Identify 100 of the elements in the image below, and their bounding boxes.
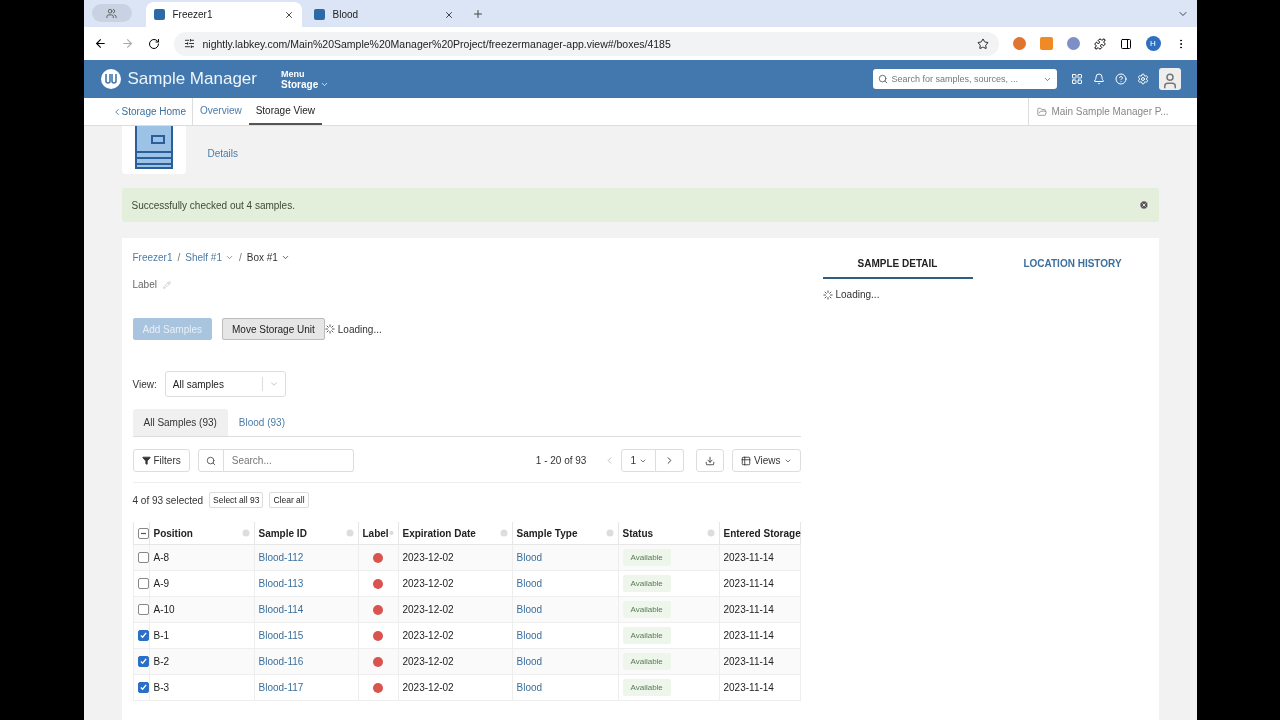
loading-text: Loading... bbox=[337, 323, 382, 335]
table-cell: A-9 bbox=[149, 570, 254, 597]
sample-type-link[interactable]: Blood bbox=[516, 552, 543, 563]
checkbox[interactable] bbox=[137, 630, 149, 641]
sample-type-tab[interactable]: Blood (93) bbox=[227, 409, 296, 436]
search-field[interactable]: Search... bbox=[223, 449, 354, 472]
table-cell: 2023-11-14 bbox=[719, 622, 800, 649]
checkbox[interactable] bbox=[137, 604, 149, 615]
tab-group-button[interactable] bbox=[91, 4, 132, 22]
column-header[interactable]: Sample ID bbox=[254, 522, 358, 545]
sample-type-link[interactable]: Blood bbox=[516, 630, 543, 641]
column-header[interactable]: Label bbox=[358, 522, 398, 545]
extensions-icon[interactable] bbox=[1093, 37, 1106, 50]
view-label: View: bbox=[132, 378, 157, 390]
sample-link[interactable]: Blood-117 bbox=[258, 682, 304, 693]
breadcrumb-link[interactable]: Shelf #1 bbox=[185, 252, 234, 263]
extension-icon[interactable] bbox=[1039, 37, 1053, 50]
checkbox[interactable] bbox=[137, 682, 149, 693]
folder-icon bbox=[1037, 106, 1048, 117]
profile-avatar[interactable]: H bbox=[1145, 36, 1161, 51]
side-panel-icon[interactable] bbox=[1119, 37, 1132, 50]
new-tab-icon[interactable] bbox=[471, 8, 484, 20]
sample-type-link[interactable]: Blood bbox=[516, 656, 543, 667]
details-link[interactable]: Details bbox=[207, 148, 239, 174]
back-icon[interactable] bbox=[93, 37, 107, 50]
chevron-down-icon bbox=[268, 379, 279, 389]
storage-home-link[interactable]: Storage Home bbox=[111, 98, 193, 125]
reload-icon[interactable] bbox=[147, 37, 160, 50]
table-cell: 2023-12-02 bbox=[398, 596, 512, 623]
site-settings-icon[interactable] bbox=[183, 38, 195, 49]
settings-icon[interactable] bbox=[1136, 73, 1149, 85]
extension-icon[interactable] bbox=[1066, 37, 1080, 50]
browser-tab[interactable]: Blood bbox=[305, 2, 462, 27]
project-link[interactable]: Main Sample Manager P... bbox=[1028, 98, 1169, 125]
site-icon bbox=[313, 9, 325, 20]
browser-tab[interactable]: Freezer1 bbox=[145, 2, 302, 27]
sample-type-link[interactable]: Blood bbox=[516, 578, 543, 589]
status-badge: Available bbox=[622, 601, 671, 618]
table-icon bbox=[741, 455, 751, 466]
extension-icon[interactable] bbox=[1012, 37, 1026, 50]
sample-type-link[interactable]: Blood bbox=[516, 682, 543, 693]
nav-tab[interactable]: Storage View bbox=[248, 98, 322, 125]
checkbox[interactable] bbox=[137, 578, 149, 589]
table-cell: 2023-12-02 bbox=[398, 648, 512, 675]
column-header[interactable]: Entered Storage bbox=[719, 522, 800, 545]
breadcrumb-link[interactable]: Box #1 bbox=[246, 252, 290, 263]
help-icon[interactable] bbox=[1114, 73, 1127, 85]
notifications-icon[interactable] bbox=[1092, 73, 1105, 85]
logo-icon[interactable] bbox=[99, 68, 122, 90]
table-cell: 2023-12-02 bbox=[398, 544, 512, 571]
select-all-checkbox[interactable] bbox=[137, 527, 149, 539]
table-cell: A-10 bbox=[149, 596, 254, 623]
close-icon[interactable] bbox=[443, 9, 454, 20]
action-button[interactable]: Move Storage Unit bbox=[222, 318, 325, 340]
sample-link[interactable]: Blood-113 bbox=[258, 578, 304, 589]
label-text: Label bbox=[132, 279, 157, 290]
apps-grid-icon[interactable] bbox=[1070, 73, 1083, 85]
column-header[interactable]: Expiration Date bbox=[398, 522, 512, 545]
back-link-text: Storage Home bbox=[121, 106, 186, 117]
table-cell: 2023-12-02 bbox=[398, 674, 512, 701]
column-header[interactable]: Sample Type bbox=[512, 522, 618, 545]
user-avatar[interactable] bbox=[1158, 68, 1181, 90]
menu-dropdown[interactable]: Menu Storage bbox=[280, 68, 330, 90]
clear-all-button[interactable]: Clear all bbox=[269, 492, 309, 508]
sample-type-tab[interactable]: All Samples (93) bbox=[132, 409, 228, 436]
filters-button[interactable]: Filters bbox=[132, 449, 190, 472]
breadcrumb-link[interactable]: Freezer1 bbox=[132, 252, 173, 263]
column-header[interactable]: Position bbox=[149, 522, 254, 545]
sample-link[interactable]: Blood-115 bbox=[258, 630, 304, 641]
views-button[interactable]: Views bbox=[732, 449, 801, 472]
sample-link[interactable]: Blood-114 bbox=[258, 604, 304, 615]
bookmark-icon[interactable] bbox=[976, 37, 989, 50]
search-field[interactable]: Search for samples, sources, ... bbox=[872, 69, 1057, 89]
page-select[interactable]: 1 bbox=[621, 449, 656, 472]
sample-link[interactable]: Blood-112 bbox=[258, 552, 304, 563]
table-cell: 2023-11-14 bbox=[719, 570, 800, 597]
close-icon[interactable] bbox=[1138, 200, 1149, 210]
select-all-button[interactable]: Select all 93 bbox=[209, 492, 264, 508]
forward-icon[interactable] bbox=[120, 37, 134, 50]
column-header[interactable]: Status bbox=[618, 522, 719, 545]
detail-tab[interactable]: LOCATION HISTORY bbox=[997, 252, 1148, 279]
address-bar[interactable]: nightly.labkey.com/Main%20Sample%20Manager%20Project/freezermanager-app.view#/boxes/4185 bbox=[173, 31, 999, 56]
nav-tab[interactable]: Overview bbox=[193, 98, 249, 125]
checkbox[interactable] bbox=[137, 552, 149, 563]
project-name: Main Sample Manager P... bbox=[1051, 106, 1169, 117]
sample-link[interactable]: Blood-116 bbox=[258, 656, 304, 667]
export-button[interactable] bbox=[696, 449, 724, 472]
detail-tab[interactable]: SAMPLE DETAIL bbox=[822, 252, 973, 279]
search-button[interactable] bbox=[197, 449, 224, 472]
breadcrumb-separator: / bbox=[239, 252, 242, 263]
checkbox[interactable] bbox=[137, 656, 149, 667]
sample-type-link[interactable]: Blood bbox=[516, 604, 543, 615]
table-cell: 2023-12-02 bbox=[398, 622, 512, 649]
close-icon[interactable] bbox=[283, 9, 294, 20]
site-icon bbox=[153, 9, 165, 20]
selection-count: 4 of 93 selected bbox=[132, 494, 204, 506]
view-select[interactable]: All samples bbox=[164, 371, 286, 397]
status-badge: Available bbox=[622, 575, 671, 592]
table-cell: 2023-11-14 bbox=[719, 544, 800, 571]
caret-icon bbox=[225, 253, 234, 262]
